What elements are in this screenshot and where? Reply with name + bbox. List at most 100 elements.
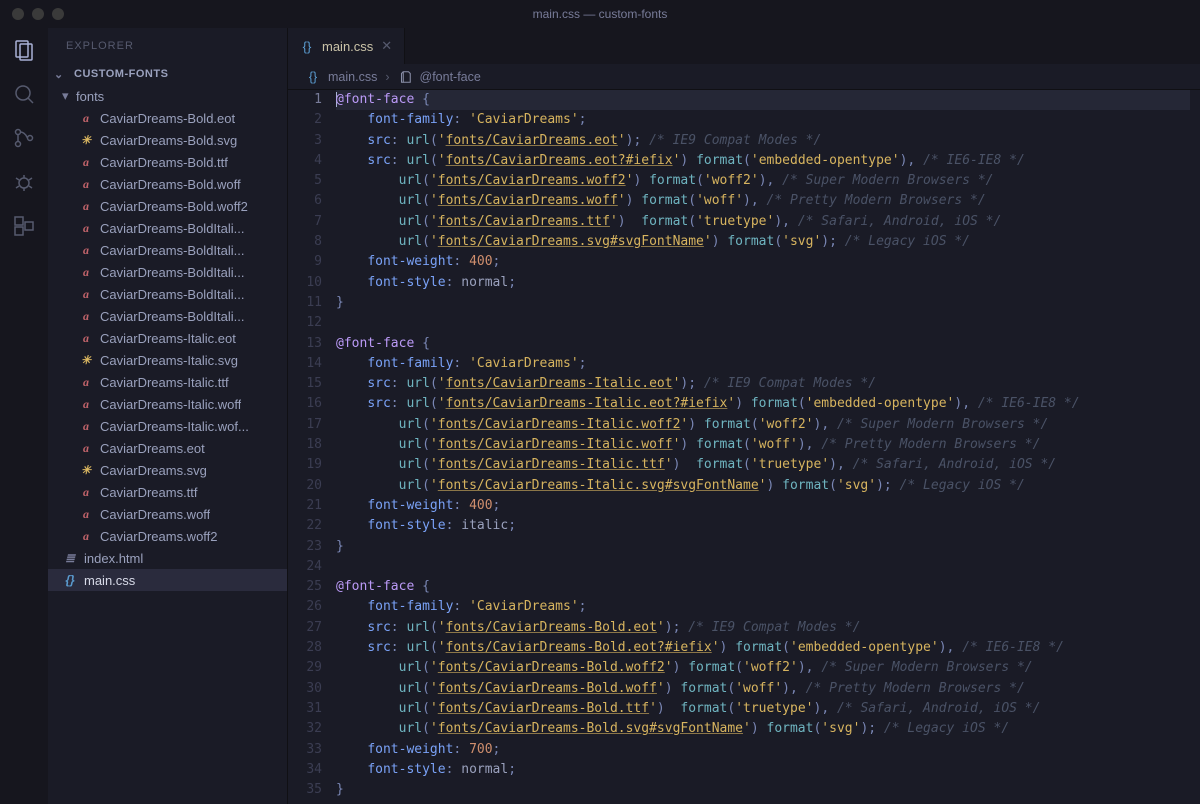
code-line[interactable] bbox=[336, 557, 1190, 577]
code-line[interactable]: src: url('fonts/CaviarDreams.eot'); /* I… bbox=[336, 131, 1190, 151]
code-line[interactable]: url('fonts/CaviarDreams-Italic.woff2') f… bbox=[336, 415, 1190, 435]
svg-file-icon: ✳ bbox=[78, 352, 94, 368]
file-item[interactable]: aCaviarDreams.woff2 bbox=[48, 525, 287, 547]
code-line[interactable]: url('fonts/CaviarDreams.woff') format('w… bbox=[336, 191, 1190, 211]
font-file-icon: a bbox=[78, 440, 94, 456]
font-file-icon: a bbox=[78, 242, 94, 258]
code-line[interactable]: src: url('fonts/CaviarDreams-Bold.eot');… bbox=[336, 618, 1190, 638]
tab-main-css[interactable]: {} main.css ✕ bbox=[288, 28, 405, 64]
file-item[interactable]: ✳CaviarDreams-Italic.svg bbox=[48, 349, 287, 371]
code-body[interactable]: @font-face { font-family: 'CaviarDreams'… bbox=[336, 90, 1200, 804]
file-item[interactable]: ≣index.html bbox=[48, 547, 287, 569]
code-line[interactable]: @font-face { bbox=[336, 334, 1190, 354]
code-line[interactable]: font-family: 'CaviarDreams'; bbox=[336, 110, 1190, 130]
extensions-icon[interactable] bbox=[12, 214, 36, 238]
file-item[interactable]: a CaviarDreams.woff bbox=[48, 503, 287, 525]
file-label: CaviarDreams-BoldItali... bbox=[100, 243, 245, 258]
file-item[interactable]: aCaviarDreams-BoldItali... bbox=[48, 305, 287, 327]
file-item[interactable]: aCaviarDreams-Italic.wof... bbox=[48, 415, 287, 437]
code-line[interactable]: url('fonts/CaviarDreams-Italic.svg#svgFo… bbox=[336, 476, 1190, 496]
code-line[interactable]: url('fonts/CaviarDreams-Bold.ttf') forma… bbox=[336, 699, 1190, 719]
minimize-window-icon[interactable] bbox=[32, 8, 44, 20]
file-label: CaviarDreams-BoldItali... bbox=[100, 309, 245, 324]
css-file-icon: {} bbox=[62, 572, 78, 588]
font-file-icon: a bbox=[78, 330, 94, 346]
code-line[interactable]: font-style: normal; bbox=[336, 273, 1190, 293]
code-line[interactable]: font-family: 'CaviarDreams'; bbox=[336, 597, 1190, 617]
code-line[interactable]: url('fonts/CaviarDreams.woff2') format('… bbox=[336, 171, 1190, 191]
file-item[interactable]: a CaviarDreams-BoldItali... bbox=[48, 239, 287, 261]
code-line[interactable]: font-weight: 700; bbox=[336, 740, 1190, 760]
font-file-icon: a bbox=[78, 110, 94, 126]
code-line[interactable]: @font-face { bbox=[336, 577, 1190, 597]
code-line[interactable]: font-style: italic; bbox=[336, 516, 1190, 536]
folder-fonts[interactable]: ▾ fonts bbox=[48, 85, 287, 107]
file-item[interactable]: aCaviarDreams-Bold.eot bbox=[48, 107, 287, 129]
file-item[interactable]: a CaviarDreams-Bold.ttf bbox=[48, 151, 287, 173]
file-label: CaviarDreams-Bold.ttf bbox=[100, 155, 228, 170]
file-item[interactable]: aCaviarDreams-Italic.ttf bbox=[48, 371, 287, 393]
code-line[interactable]: } bbox=[336, 537, 1190, 557]
code-line[interactable]: } bbox=[336, 780, 1190, 800]
code-editor[interactable]: 1234567891011121314151617181920212223242… bbox=[288, 90, 1200, 804]
code-line[interactable]: font-weight: 400; bbox=[336, 252, 1190, 272]
explorer-icon[interactable] bbox=[12, 38, 36, 62]
file-item[interactable]: ✳CaviarDreams-Bold.svg bbox=[48, 129, 287, 151]
breadcrumb-rule[interactable]: @font-face bbox=[420, 70, 481, 84]
explorer-heading: EXPLORER bbox=[48, 28, 287, 63]
code-line[interactable]: url('fonts/CaviarDreams-Italic.woff') fo… bbox=[336, 435, 1190, 455]
font-file-icon: a bbox=[78, 154, 94, 170]
file-label: main.css bbox=[84, 573, 135, 588]
file-item[interactable]: aCaviarDreams-Italic.woff bbox=[48, 393, 287, 415]
workspace-root[interactable]: ⌄ CUSTOM-FONTS bbox=[48, 63, 287, 85]
breadcrumb-file[interactable]: main.css bbox=[328, 70, 377, 84]
font-file-icon: a bbox=[78, 264, 94, 280]
code-line[interactable]: font-weight: 400; bbox=[336, 496, 1190, 516]
code-line[interactable]: src: url('fonts/CaviarDreams.eot?#iefix'… bbox=[336, 151, 1190, 171]
source-control-icon[interactable] bbox=[12, 126, 36, 150]
code-line[interactable]: src: url('fonts/CaviarDreams-Italic.eot'… bbox=[336, 374, 1190, 394]
file-label: CaviarDreams-BoldItali... bbox=[100, 221, 245, 236]
workspace-root-label: CUSTOM-FONTS bbox=[74, 68, 168, 80]
code-line[interactable]: } bbox=[336, 293, 1190, 313]
explorer-sidebar: EXPLORER ⌄ CUSTOM-FONTS ▾ fonts aCaviarD… bbox=[48, 28, 288, 804]
code-line[interactable] bbox=[336, 313, 1190, 333]
code-line[interactable]: url('fonts/CaviarDreams-Bold.woff2') for… bbox=[336, 658, 1190, 678]
code-line[interactable]: src: url('fonts/CaviarDreams-Bold.eot?#i… bbox=[336, 638, 1190, 658]
editor-pane: {} main.css ✕ {} main.css › @font-face 1… bbox=[288, 28, 1200, 804]
breadcrumbs[interactable]: {} main.css › @font-face bbox=[288, 64, 1200, 90]
window-controls[interactable] bbox=[0, 8, 64, 20]
code-line[interactable]: @font-face { bbox=[336, 90, 1190, 110]
file-label: CaviarDreams.woff bbox=[100, 507, 210, 522]
font-file-icon: a bbox=[78, 286, 94, 302]
code-line[interactable]: url('fonts/CaviarDreams.ttf') format('tr… bbox=[336, 212, 1190, 232]
code-line[interactable]: url('fonts/CaviarDreams-Bold.woff') form… bbox=[336, 679, 1190, 699]
file-item[interactable]: aCaviarDreams-BoldItali... bbox=[48, 217, 287, 239]
file-item[interactable]: aCaviarDreams.eot bbox=[48, 437, 287, 459]
close-icon[interactable]: ✕ bbox=[381, 38, 392, 54]
maximize-window-icon[interactable] bbox=[52, 8, 64, 20]
file-label: index.html bbox=[84, 551, 143, 566]
code-line[interactable]: font-family: 'CaviarDreams'; bbox=[336, 354, 1190, 374]
file-label: CaviarDreams-Italic.wof... bbox=[100, 419, 249, 434]
code-line[interactable]: font-style: normal; bbox=[336, 760, 1190, 780]
debug-icon[interactable] bbox=[12, 170, 36, 194]
code-line[interactable]: url('fonts/CaviarDreams-Italic.ttf') for… bbox=[336, 455, 1190, 475]
font-file-icon: a bbox=[78, 506, 94, 522]
code-line[interactable]: src: url('fonts/CaviarDreams-Italic.eot?… bbox=[336, 394, 1190, 414]
file-item[interactable]: aCaviarDreams-Bold.woff2 bbox=[48, 195, 287, 217]
close-window-icon[interactable] bbox=[12, 8, 24, 20]
code-line[interactable]: url('fonts/CaviarDreams.svg#svgFontName'… bbox=[336, 232, 1190, 252]
file-item[interactable]: aCaviarDreams.ttf bbox=[48, 481, 287, 503]
file-item[interactable]: aCaviarDreams-Bold.woff bbox=[48, 173, 287, 195]
file-label: CaviarDreams.woff2 bbox=[100, 529, 218, 544]
file-item[interactable]: ✳CaviarDreams.svg bbox=[48, 459, 287, 481]
file-item[interactable]: {} main.css bbox=[48, 569, 287, 591]
file-label: CaviarDreams-Bold.svg bbox=[100, 133, 237, 148]
search-icon[interactable] bbox=[12, 82, 36, 106]
code-line[interactable]: url('fonts/CaviarDreams-Bold.svg#svgFont… bbox=[336, 719, 1190, 739]
file-tree: ▾ fonts aCaviarDreams-Bold.eot✳CaviarDre… bbox=[48, 85, 287, 804]
file-item[interactable]: aCaviarDreams-Italic.eot bbox=[48, 327, 287, 349]
file-item[interactable]: aCaviarDreams-BoldItali... bbox=[48, 283, 287, 305]
file-item[interactable]: aCaviarDreams-BoldItali... bbox=[48, 261, 287, 283]
